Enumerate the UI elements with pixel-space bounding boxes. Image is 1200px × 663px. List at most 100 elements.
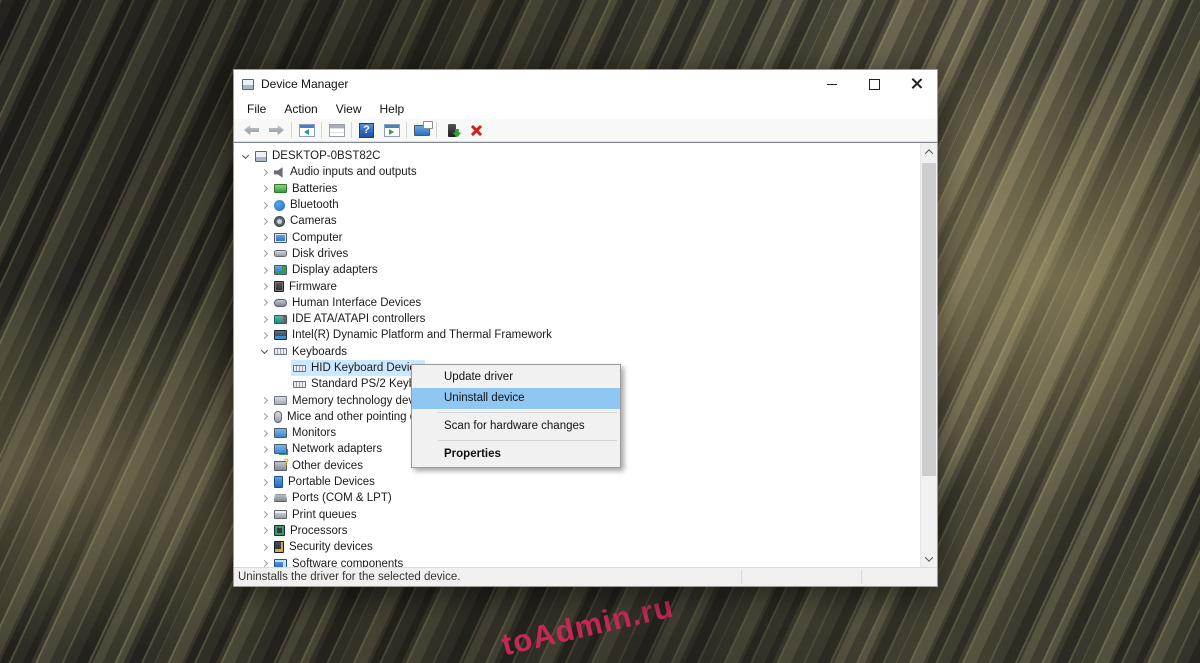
chevron-collapsed-icon[interactable]	[257, 425, 272, 441]
chevron-collapsed-icon[interactable]	[257, 474, 272, 490]
security-icon	[274, 541, 284, 553]
network-icon	[274, 444, 287, 454]
tree-item-ide-ata-atapi-controllers[interactable]: IDE ATA/ATAPI controllers	[234, 311, 920, 327]
minimize-button[interactable]	[811, 70, 853, 98]
update-driver-button[interactable]	[439, 120, 464, 140]
chevron-collapsed-icon[interactable]	[257, 278, 272, 294]
tree-item-desktop-0bst82c[interactable]: DESKTOP-0BST82C	[234, 148, 920, 164]
tree-item-ports-com-lpt[interactable]: Ports (COM & LPT)	[234, 490, 920, 506]
uninstall-device-button[interactable]	[464, 120, 489, 140]
chevron-collapsed-icon[interactable]	[257, 327, 272, 343]
chevron-collapsed-icon[interactable]	[257, 507, 272, 523]
tree-item-computer[interactable]: Computer	[234, 229, 920, 245]
chevron-collapsed-icon[interactable]	[257, 458, 272, 474]
back-button[interactable]	[239, 120, 264, 140]
chevron-collapsed-icon[interactable]	[257, 311, 272, 327]
chevron-collapsed-icon[interactable]	[257, 441, 272, 457]
tree-item-disk-drives[interactable]: Disk drives	[234, 246, 920, 262]
tree-item-security-devices[interactable]: Security devices	[234, 539, 920, 555]
context-menu-separator	[438, 412, 617, 413]
properties-button[interactable]	[324, 120, 349, 140]
context-menu-item-scan-for-hardware-changes[interactable]: Scan for hardware changes	[412, 416, 620, 437]
chevron-expanded-icon[interactable]	[238, 148, 253, 164]
chevron-collapsed-icon[interactable]	[257, 213, 272, 229]
context-menu-item-update-driver[interactable]: Update driver	[412, 367, 620, 388]
chevron-collapsed-icon[interactable]	[257, 539, 272, 555]
window-title: Device Manager	[261, 77, 348, 91]
tree-item-body: Network adapters	[272, 441, 385, 457]
chevron-collapsed-icon[interactable]	[257, 295, 272, 311]
tree-item-cameras[interactable]: Cameras	[234, 213, 920, 229]
tree-item-keyboards[interactable]: Keyboards	[234, 344, 920, 360]
tree-item-bluetooth[interactable]: Bluetooth	[234, 197, 920, 213]
context-menu-item-uninstall-device[interactable]: Uninstall device	[412, 388, 620, 409]
other-icon	[274, 461, 287, 471]
chevron-collapsed-icon[interactable]	[257, 164, 272, 180]
device-tree-panel: DESKTOP-0BST82CAudio inputs and outputsB…	[234, 142, 937, 567]
tree-item-human-interface-devices[interactable]: Human Interface Devices	[234, 295, 920, 311]
tree-item-audio-inputs-and-outputs[interactable]: Audio inputs and outputs	[234, 164, 920, 180]
computer-icon	[274, 233, 287, 243]
chevron-collapsed-icon[interactable]	[257, 181, 272, 197]
chevron-collapsed-icon[interactable]	[257, 392, 272, 408]
tree-item-print-queues[interactable]: Print queues	[234, 507, 920, 523]
tree-item-processors[interactable]: Processors	[234, 523, 920, 539]
tree-item-portable-devices[interactable]: Portable Devices	[234, 474, 920, 490]
scroll-down-button[interactable]	[921, 550, 937, 567]
menu-action[interactable]: Action	[275, 101, 326, 117]
statusbar-separator	[741, 570, 742, 584]
tree-item-firmware[interactable]: Firmware	[234, 278, 920, 294]
close-button[interactable]	[895, 70, 937, 98]
tree-item-label: Bluetooth	[290, 199, 339, 211]
monitor-icon	[274, 428, 287, 438]
console-tree-button[interactable]	[294, 120, 319, 140]
forward-button[interactable]	[264, 120, 289, 140]
tree-item-intel-r-dynamic-platform-and-thermal-framework[interactable]: Intel(R) Dynamic Platform and Thermal Fr…	[234, 327, 920, 343]
tree-item-label: Monitors	[292, 427, 336, 439]
firmware-icon	[274, 281, 284, 292]
tree-item-label: Security devices	[289, 541, 373, 553]
keyboard-icon	[293, 365, 306, 372]
action-pane-button[interactable]	[379, 120, 404, 140]
tree-item-batteries[interactable]: Batteries	[234, 181, 920, 197]
device-tree: DESKTOP-0BST82CAudio inputs and outputsB…	[234, 143, 920, 567]
tree-item-body: Monitors	[272, 425, 339, 441]
chevron-collapsed-icon[interactable]	[257, 229, 272, 245]
chevron-collapsed-icon[interactable]	[257, 523, 272, 539]
tree-item-label: Software components	[292, 558, 403, 567]
status-text: Uninstalls the driver for the selected d…	[238, 571, 460, 583]
watermark: toAdmin.ru	[498, 589, 677, 663]
menu-file[interactable]: File	[238, 101, 275, 117]
chevron-collapsed-icon[interactable]	[257, 555, 272, 567]
ide-icon	[274, 315, 287, 324]
chevron-collapsed-icon[interactable]	[257, 262, 272, 278]
tree-item-label: Ports (COM & LPT)	[292, 492, 392, 504]
tree-item-software-components[interactable]: Software components	[234, 555, 920, 567]
root-icon	[255, 151, 267, 162]
chevron-expanded-icon[interactable]	[257, 344, 272, 360]
display-icon	[274, 265, 287, 275]
disk-icon	[274, 250, 287, 257]
chevron-collapsed-icon[interactable]	[257, 409, 272, 425]
help-button[interactable]	[354, 120, 379, 140]
maximize-button[interactable]	[853, 70, 895, 98]
tree-item-body: HID Keyboard Device	[291, 360, 425, 376]
bluetooth-icon	[274, 200, 285, 211]
scroll-up-button[interactable]	[921, 143, 937, 160]
menu-help[interactable]: Help	[371, 101, 414, 117]
tree-item-label: Computer	[292, 232, 343, 244]
chevron-collapsed-icon[interactable]	[257, 490, 272, 506]
menu-view[interactable]: View	[327, 101, 371, 117]
chevron-collapsed-icon[interactable]	[257, 246, 272, 262]
vertical-scrollbar[interactable]	[920, 143, 937, 567]
tree-item-body: Human Interface Devices	[272, 295, 424, 311]
tree-item-label: Firmware	[289, 281, 337, 293]
chevron-collapsed-icon[interactable]	[257, 197, 272, 213]
computer-popup-button[interactable]	[409, 120, 434, 140]
scrollbar-thumb[interactable]	[922, 163, 936, 476]
chevron-placeholder	[276, 376, 291, 392]
tree-item-display-adapters[interactable]: Display adapters	[234, 262, 920, 278]
tree-item-label: Intel(R) Dynamic Platform and Thermal Fr…	[292, 329, 552, 341]
context-menu-item-properties[interactable]: Properties	[412, 444, 620, 465]
tree-item-label: HID Keyboard Device	[311, 362, 422, 374]
